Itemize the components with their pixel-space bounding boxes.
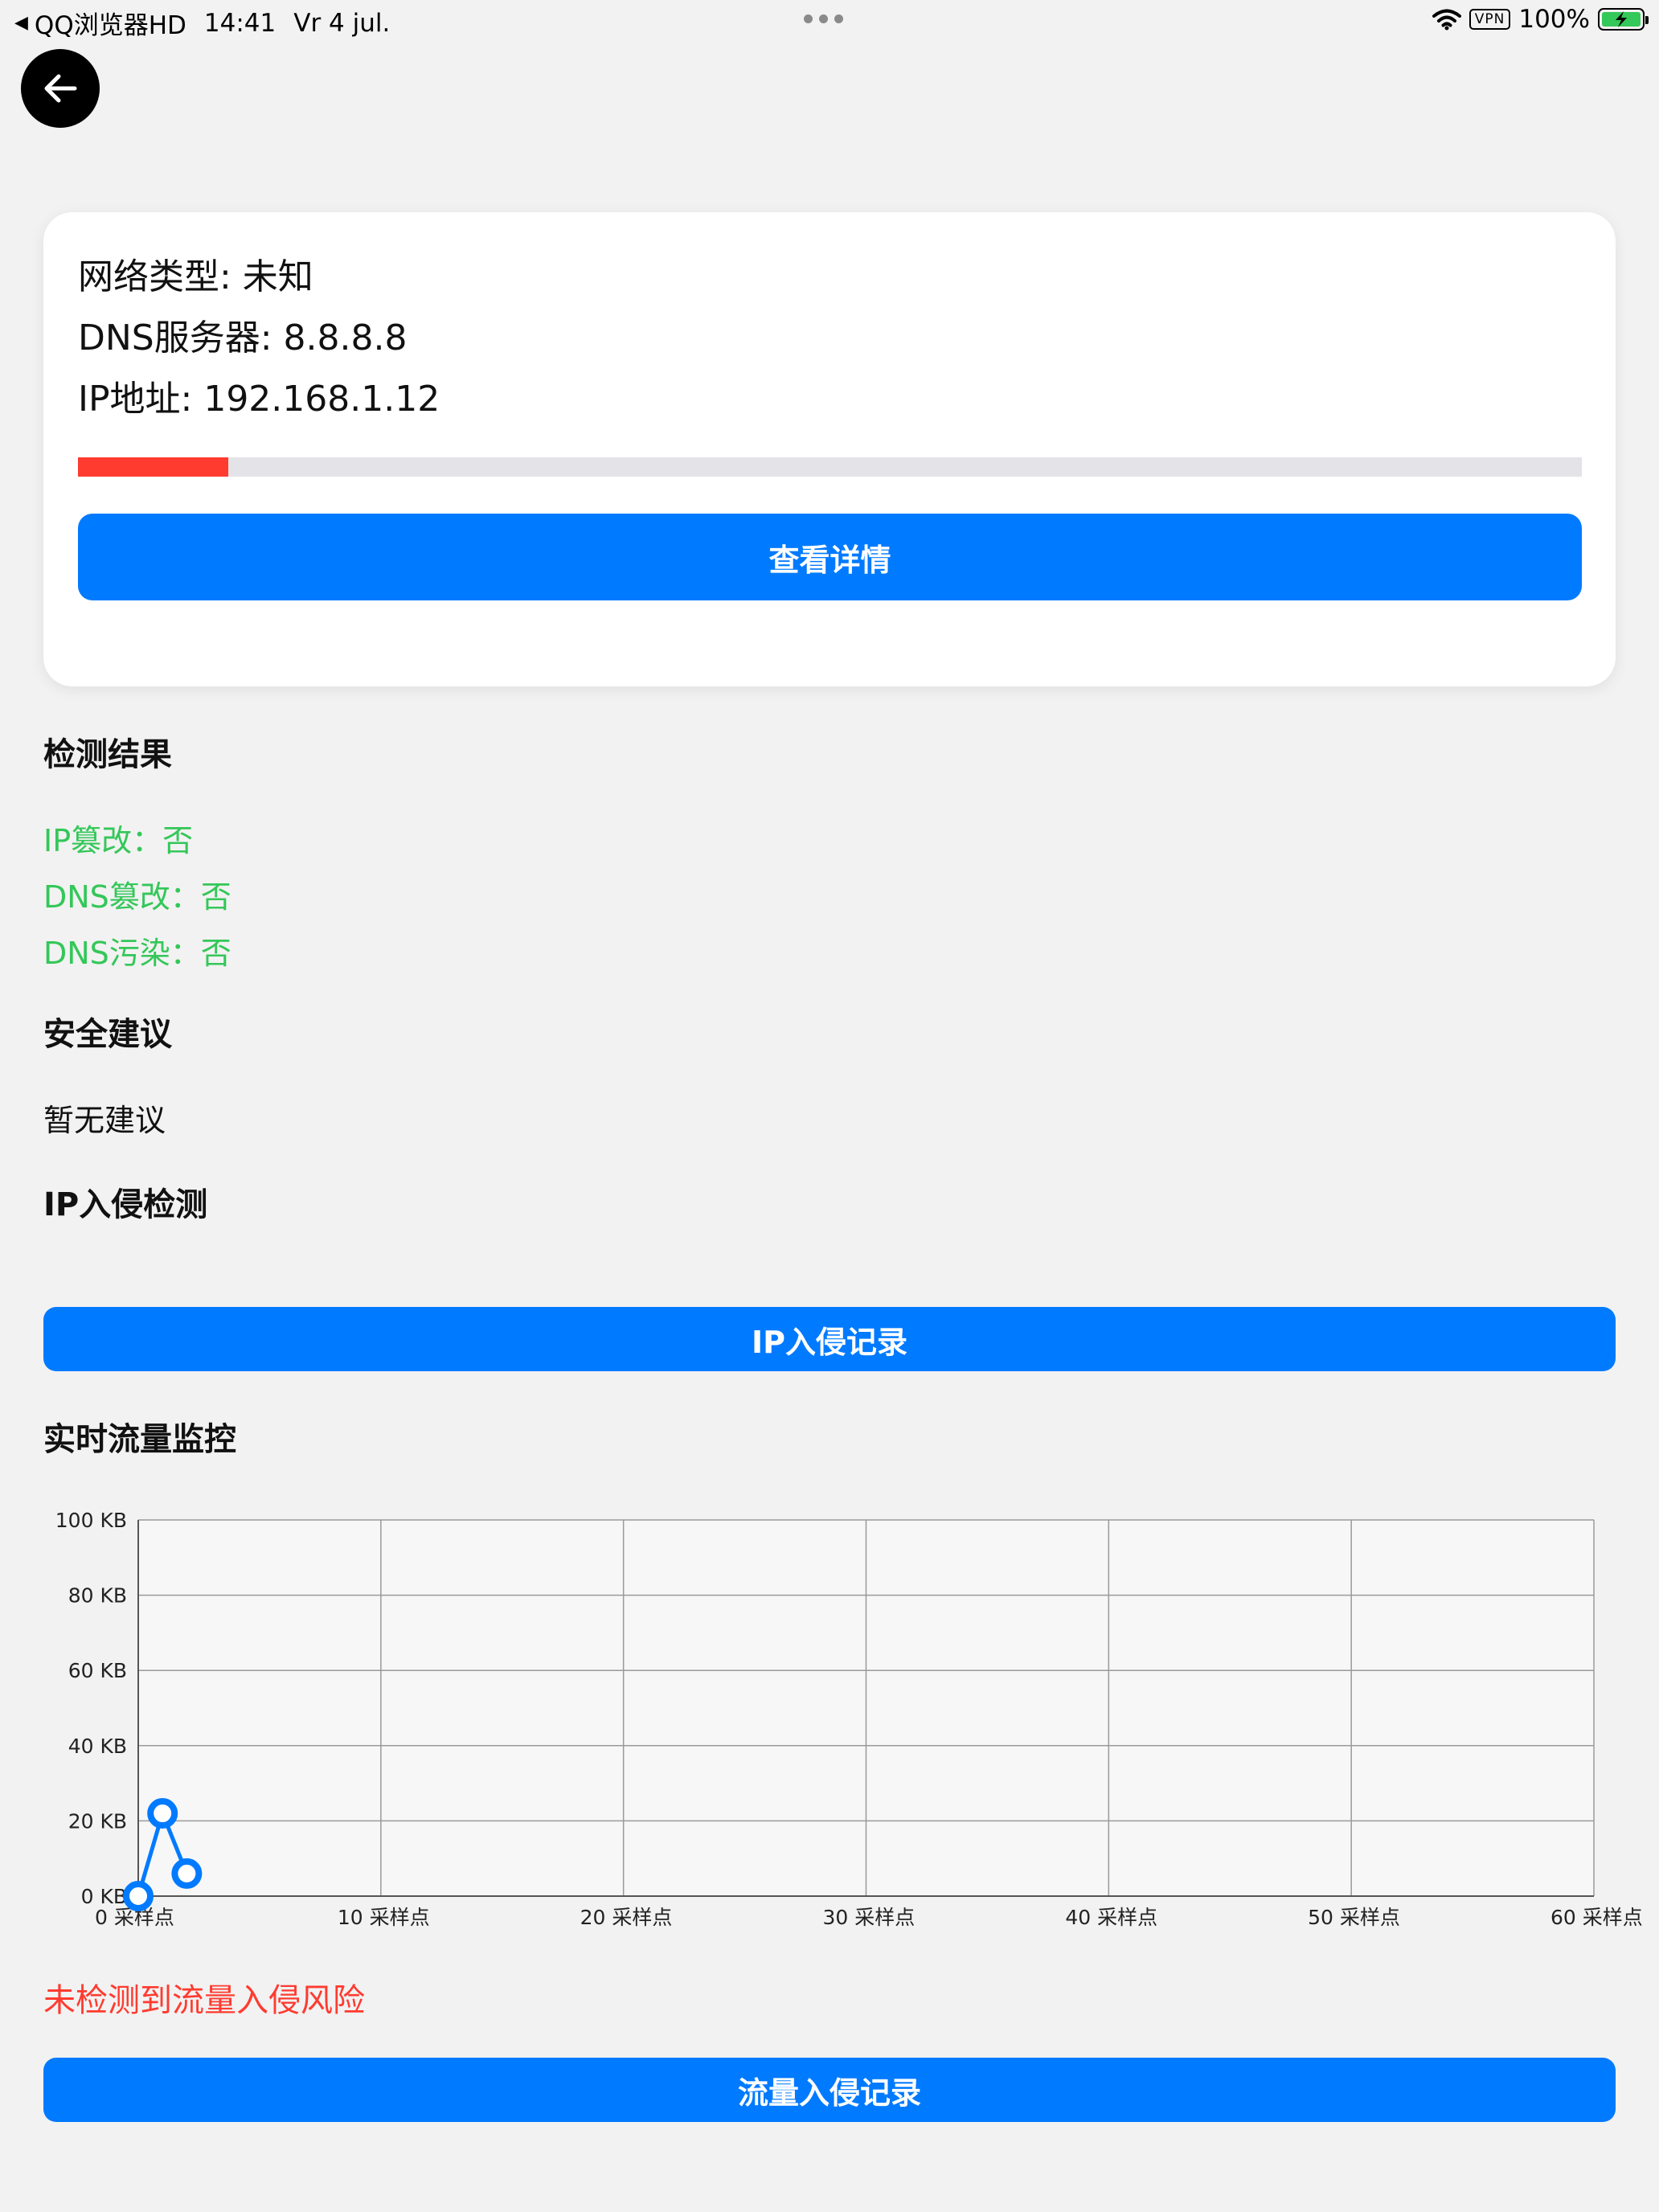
risk-progress-bar [78,457,1582,477]
back-button[interactable] [21,49,100,128]
ip-address: IP地址: 192.168.1.12 [78,379,440,420]
source-app-label[interactable]: QQ浏览器HD [35,5,186,41]
data-point [171,1858,203,1889]
battery-percentage: 100% [1518,5,1590,34]
ip-tamper-result: IP篡改：否 [43,823,194,858]
y-tick-label: 20 KB [68,1809,127,1833]
ip-intrusion-title: IP入侵检测 [43,1186,208,1223]
status-right: VPN 100% [1432,5,1649,34]
back-to-app-icon[interactable]: ◀ [14,13,28,33]
traffic-risk-status: 未检测到流量入侵风险 [43,1982,365,2019]
security-advice-title: 安全建议 [43,1016,172,1053]
view-details-button[interactable]: 查看详情 [78,514,1582,600]
network-info-card: 网络类型: 未知 DNS服务器: 8.8.8.8 IP地址: 192.168.1… [43,212,1616,686]
traffic-chart: 0 KB20 KB40 KB60 KB80 KB100 KB0 采样点 10 采样… [55,1509,1643,1929]
y-tick-label: 100 KB [55,1509,127,1532]
dns-pollution-result: DNS污染：否 [43,936,231,971]
data-point [123,1881,154,1911]
arrow-left-icon [44,74,77,103]
traffic-monitor-title: 实时流量监控 [43,1421,236,1458]
x-tick-label: 60 采样点 [1550,1906,1643,1929]
multitasking-dots-icon[interactable] [804,14,843,23]
detection-result-title: 检测结果 [43,736,172,773]
x-tick-label: 50 采样点 [1308,1906,1400,1929]
ip-intrusion-records-button[interactable]: IP入侵记录 [43,1307,1616,1371]
y-tick-label: 0 KB [81,1885,127,1908]
y-tick-label: 40 KB [68,1735,127,1758]
risk-progress-fill [78,457,229,477]
security-advice-text: 暂无建议 [43,1103,166,1138]
wifi-icon [1432,9,1461,31]
battery-charging-icon [1598,8,1649,31]
vpn-badge: VPN [1469,9,1511,30]
dns-server: DNS服务器: 8.8.8.8 [78,317,408,358]
y-tick-label: 80 KB [68,1584,127,1608]
x-tick-label: 20 采样点 [580,1906,673,1929]
network-type: 网络类型: 未知 [78,256,313,297]
x-tick-label: 40 采样点 [1065,1906,1157,1929]
x-tick-label: 30 采样点 [823,1906,916,1929]
data-point [147,1798,178,1829]
status-date: Vr 4 jul. [293,8,391,38]
status-time: 14:41 [203,8,276,38]
traffic-intrusion-records-button[interactable]: 流量入侵记录 [43,2058,1616,2122]
y-tick-label: 60 KB [68,1659,127,1682]
x-tick-label: 10 采样点 [338,1906,430,1929]
status-bar: ◀ QQ浏览器HD 14:41 Vr 4 jul. VPN 100% [0,0,1659,45]
status-left: ◀ QQ浏览器HD 14:41 Vr 4 jul. [14,5,390,41]
dns-tamper-result: DNS篡改：否 [43,879,231,915]
